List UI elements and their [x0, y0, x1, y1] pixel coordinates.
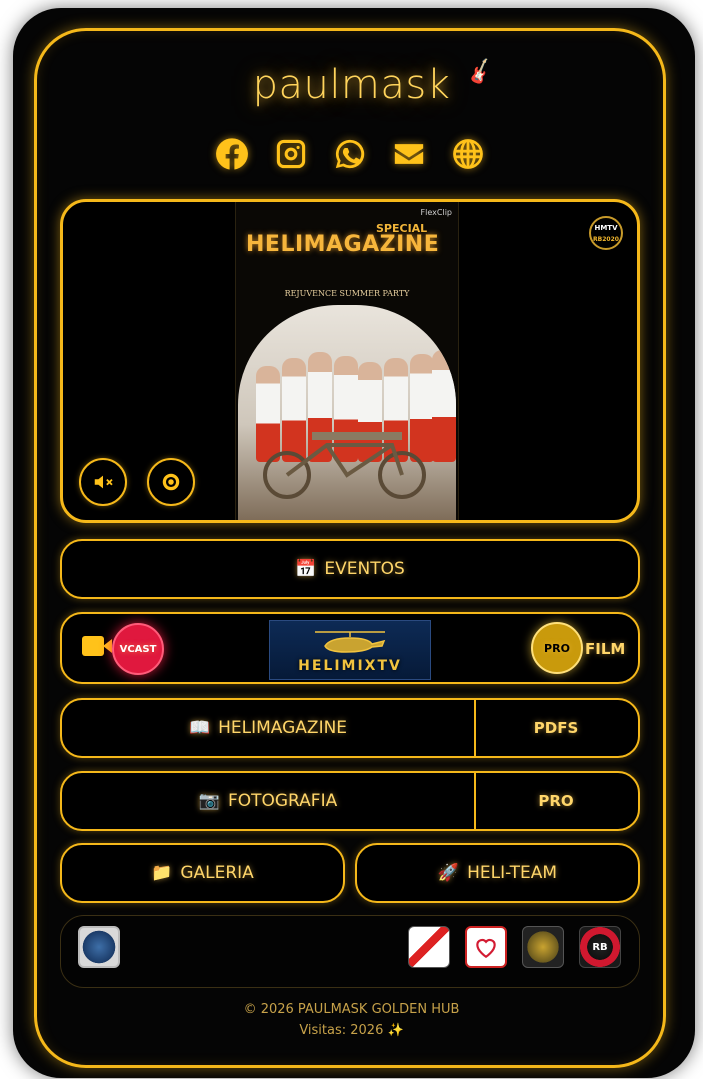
group-photo	[238, 305, 456, 520]
globe-icon[interactable]	[451, 137, 485, 171]
instagram-icon[interactable]	[274, 137, 308, 171]
rb-logo[interactable]: RB	[579, 926, 621, 968]
galeria-label: GALERIA	[180, 863, 254, 883]
whatsapp-icon[interactable]	[333, 137, 367, 171]
heart-logo[interactable]	[465, 926, 507, 968]
fotografia-button[interactable]: 📷 FOTOGRAFIA	[62, 773, 476, 829]
helimagazine-button[interactable]: 📖 HELIMAGAZINE	[62, 700, 476, 756]
video-camera-icon	[82, 636, 112, 656]
magazine-poster: FlexClip SPECIAL HELIMAGAZINE REJUVENCE …	[235, 202, 459, 520]
helimagazine-label: HELIMAGAZINE	[218, 718, 348, 738]
hmtv-badge: HMTV RB2020	[589, 216, 623, 250]
eye-icon	[162, 473, 180, 491]
brand-header: paulmask	[0, 62, 703, 108]
heliteam-label: HELI-TEAM	[467, 863, 558, 883]
brand-name: paulmask	[252, 62, 451, 108]
pro-button[interactable]: PRO	[474, 773, 638, 829]
media-row: VCAST HELIMIXTV PRO FILM	[60, 612, 640, 684]
rocket-icon: 🚀	[437, 863, 460, 883]
pro-badge[interactable]: PRO	[531, 622, 583, 674]
mute-icon	[94, 475, 113, 489]
mute-button[interactable]	[79, 458, 127, 506]
footer-copyright: © 2026 PAULMASK GOLDEN HUB	[243, 1002, 460, 1017]
video-player[interactable]: FlexClip SPECIAL HELIMAGAZINE REJUVENCE …	[60, 199, 640, 523]
footer-visits: Visitas: 2026 ✨	[299, 1023, 404, 1038]
paco-de-cites-logo[interactable]	[408, 926, 450, 968]
magazine-seal-logo[interactable]	[78, 926, 120, 968]
fotografia-row: 📷 FOTOGRAFIA PRO	[60, 771, 640, 831]
eventos-label: EVENTOS	[324, 559, 405, 579]
social-links	[215, 137, 485, 171]
eventos-button[interactable]: 📅 EVENTOS	[60, 539, 640, 599]
galeria-button[interactable]: 📁 GALERIA	[60, 843, 345, 903]
helimixtv-label: HELIMIXTV	[298, 658, 402, 674]
crest-logo[interactable]	[522, 926, 564, 968]
calendar-icon: 📅	[295, 559, 317, 579]
helimixtv-logo[interactable]: HELIMIXTV	[269, 620, 431, 680]
view-button[interactable]	[147, 458, 195, 506]
film-label[interactable]: FILM	[585, 614, 625, 684]
folder-icon: 📁	[151, 863, 173, 883]
heliteam-button[interactable]: 🚀 HELI-TEAM	[355, 843, 640, 903]
partner-logos: RB	[60, 915, 640, 988]
bicycle-graphic	[263, 432, 426, 499]
facebook-icon[interactable]	[215, 137, 249, 171]
book-icon: 📖	[188, 718, 211, 738]
mail-icon[interactable]	[392, 137, 426, 171]
fotografia-label: FOTOGRAFIA	[227, 791, 338, 811]
vcast-button[interactable]: VCAST	[112, 623, 164, 675]
camera-icon: 📷	[198, 791, 220, 811]
helicopter-icon	[315, 631, 386, 653]
flexclip-watermark: FlexClip	[420, 208, 452, 217]
poster-subtitle: REJUVENCE SUMMER PARTY	[284, 289, 410, 298]
pdfs-button[interactable]: PDFS	[474, 700, 638, 756]
poster-title: HELIMAGAZINE	[246, 232, 440, 257]
helimagazine-row: 📖 HELIMAGAZINE PDFS	[60, 698, 640, 758]
